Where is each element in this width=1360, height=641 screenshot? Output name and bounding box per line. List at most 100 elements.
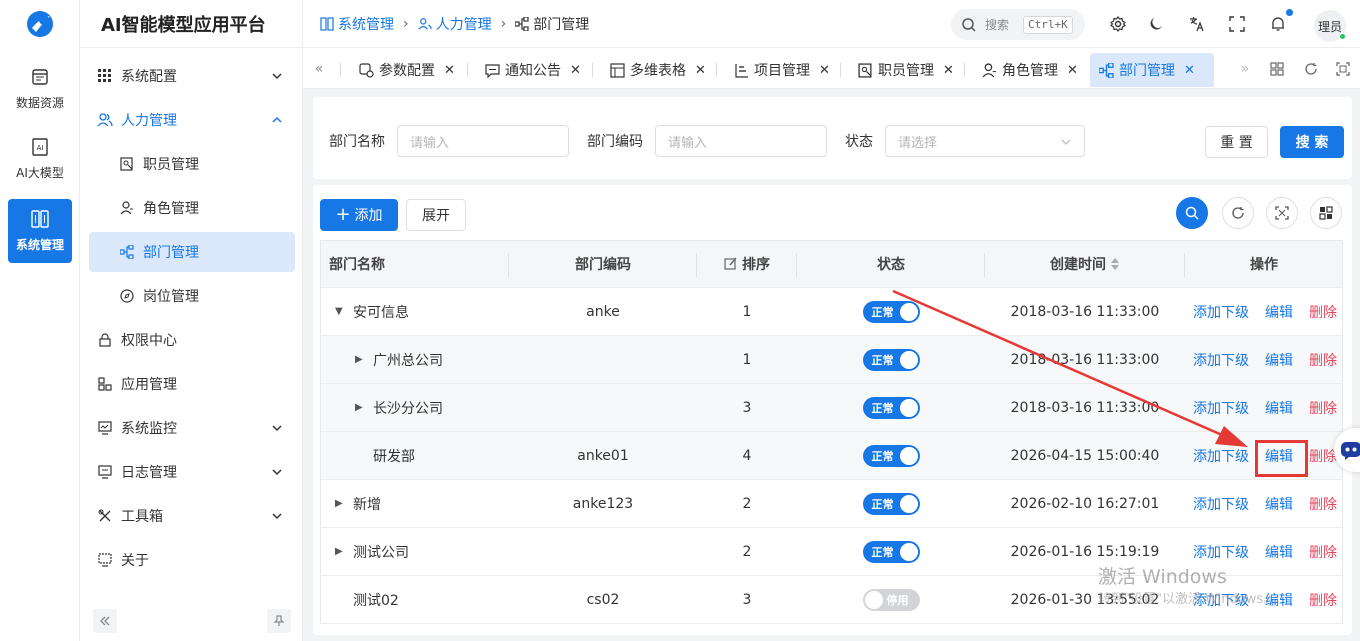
bell-icon [1272,17,1284,31]
users-icon [97,112,113,128]
close-icon[interactable]: ✕ [1184,63,1195,78]
fullscreen-button[interactable] [1227,14,1247,34]
cell-name: ▶ 测试公司 [335,528,409,575]
status-toggle[interactable]: 正常 [862,492,920,515]
status-toggle[interactable]: 正常 [862,348,920,371]
tab-divider [964,63,965,77]
dept-name-input[interactable]: 请输入 [397,125,569,157]
tab-role-manage[interactable]: 角色管理 ✕ [973,53,1087,87]
delete-link[interactable]: 删除 [1309,398,1337,418]
col-header-created[interactable]: 创建时间 [985,241,1185,287]
cell-status: 正常 [797,288,985,335]
menu-item-log-manage[interactable]: 日志管理 [89,452,295,492]
status-toggle[interactable]: 正常 [862,300,920,323]
add-button[interactable]: + 添加 [320,199,398,231]
pin-sidebar-button[interactable] [267,609,291,633]
column-settings-button[interactable] [1310,197,1342,229]
menu-item-system-config[interactable]: 系统配置 [89,56,295,96]
notification-button[interactable] [1268,14,1288,34]
sort-icon[interactable] [1110,257,1120,271]
cell-actions: 添加下级 编辑 删除 [1193,384,1337,431]
tab-staff-manage[interactable]: 职员管理 ✕ [849,53,963,87]
tab-dept-manage[interactable]: 部门管理 ✕ [1090,53,1214,87]
add-child-link[interactable]: 添加下级 [1193,398,1249,418]
close-icon[interactable]: ✕ [819,63,830,78]
dept-code-input[interactable]: 请输入 [655,125,827,157]
caret-right-icon[interactable]: ▶ [335,498,345,509]
tabs-scroll-right[interactable]: » [1229,49,1261,89]
tab-multi-table[interactable]: 多维表格 ✕ [601,53,715,87]
menu-item-toolbox[interactable]: 工具箱 [89,496,295,536]
add-child-link[interactable]: 添加下级 [1193,542,1249,562]
edit-link[interactable]: 编辑 [1265,542,1293,562]
caret-down-icon[interactable]: ▼ [335,306,345,317]
menu-item-label: 工具箱 [121,509,163,525]
delete-link[interactable]: 删除 [1309,494,1337,514]
reset-button[interactable]: 重 置 [1205,126,1268,158]
add-child-link[interactable]: 添加下级 [1193,302,1249,322]
close-icon[interactable]: ✕ [943,63,954,78]
tabs-maximize-button[interactable] [1327,49,1359,89]
status-toggle[interactable]: 正常 [862,396,920,419]
cell-status: 正常 [797,384,985,431]
status-toggle[interactable]: 正常 [862,540,920,563]
tabs-scroll-left[interactable]: « [303,49,335,89]
tabs-menu-button[interactable] [1261,49,1293,89]
toggle-search-button[interactable] [1176,197,1208,229]
menu-item-role-manage[interactable]: 角色管理 [89,188,295,228]
menu-item-permission-center[interactable]: 权限中心 [89,320,295,360]
global-search[interactable]: 搜索 Ctrl+K [951,9,1085,40]
table-row: 研发部 anke01 4 正常 2026-04-15 15:00:40 添加下级 编辑 删除 [321,432,1342,480]
rail-item-ai-model[interactable]: AI AI大模型 [8,127,72,191]
cell-status: 正常 [797,528,985,575]
caret-right-icon[interactable]: ▶ [355,402,365,413]
system-manage-icon [31,209,49,228]
edit-link[interactable]: 编辑 [1265,302,1293,322]
search-button[interactable]: 搜 索 [1280,126,1344,158]
status-toggle[interactable]: 正常 [862,444,920,467]
expand-button[interactable]: 展开 [406,199,466,231]
rail-item-data-resource[interactable]: 数据资源 [8,57,72,121]
delete-link[interactable]: 删除 [1309,446,1337,466]
caret-right-icon[interactable]: ▶ [335,546,345,557]
menu-item-hr-manage[interactable]: 人力管理 [89,100,295,140]
menu-item-app-manage[interactable]: 应用管理 [89,364,295,404]
menu-item-system-monitor[interactable]: 系统监控 [89,408,295,448]
add-child-link[interactable]: 添加下级 [1193,350,1249,370]
status-select[interactable]: 请选择 [885,125,1085,157]
compass-icon [119,288,135,304]
add-child-link[interactable]: 添加下级 [1193,446,1249,466]
caret-right-icon[interactable]: ▶ [355,354,365,365]
delete-link[interactable]: 删除 [1309,302,1337,322]
dept-name: 安可信息 [353,304,409,321]
tabs-refresh-button[interactable] [1295,49,1327,89]
tab-notice[interactable]: 通知公告 ✕ [476,53,590,87]
delete-link[interactable]: 删除 [1309,542,1337,562]
close-icon[interactable]: ✕ [1067,63,1078,78]
close-icon[interactable]: ✕ [695,63,706,78]
breadcrumb-item[interactable]: 人力管理 [418,14,492,34]
theme-toggle-button[interactable] [1146,14,1166,34]
close-icon[interactable]: ✕ [570,63,581,78]
language-button[interactable] [1187,14,1207,34]
tab-project-manage[interactable]: 项目管理 ✕ [725,53,839,87]
menu-item-staff-manage[interactable]: 职员管理 [89,144,295,184]
status-toggle[interactable]: 停用 [862,588,920,611]
refresh-button[interactable] [1222,197,1254,229]
menu-item-dept-manage[interactable]: 部门管理 [89,232,295,272]
edit-link[interactable]: 编辑 [1265,398,1293,418]
menu-item-post-manage[interactable]: 岗位管理 [89,276,295,316]
menu-item-about[interactable]: 关于 [89,540,295,580]
breadcrumb-item[interactable]: 系统管理 [320,14,394,34]
rail-item-system-manage[interactable]: 系统管理 [8,199,72,263]
edit-link[interactable]: 编辑 [1265,494,1293,514]
add-child-link[interactable]: 添加下级 [1193,494,1249,514]
settings-button[interactable] [1108,14,1128,34]
delete-link[interactable]: 删除 [1309,350,1337,370]
fullscreen-table-button[interactable] [1266,197,1298,229]
close-icon[interactable]: ✕ [444,63,455,78]
collapse-sidebar-button[interactable] [93,609,117,633]
tab-param-config[interactable]: 参数配置 ✕ [350,53,464,87]
edit-link[interactable]: 编辑 [1265,350,1293,370]
delete-link[interactable]: 删除 [1309,590,1337,610]
